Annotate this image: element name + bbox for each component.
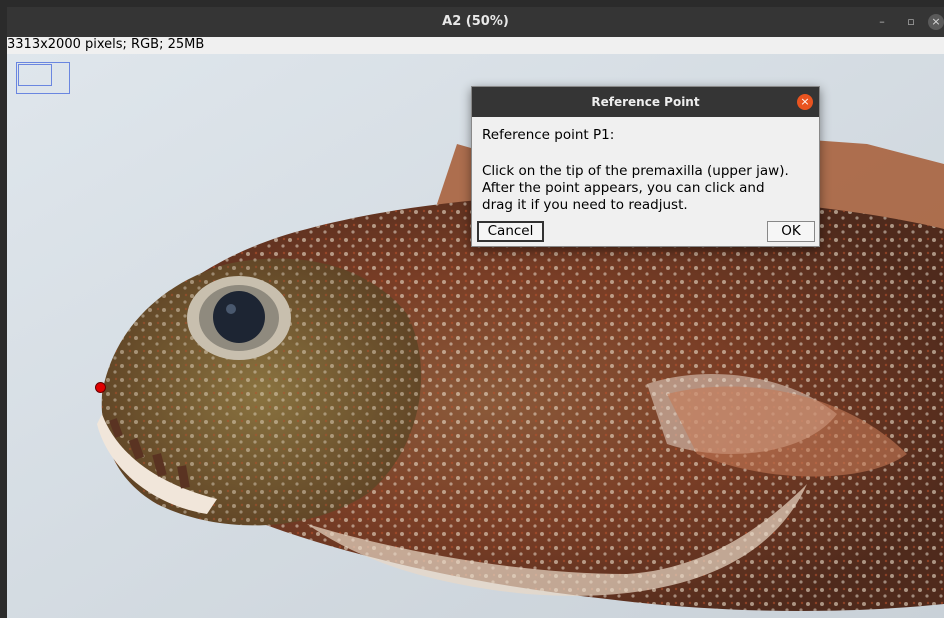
image-info-text: 3313x2000 pixels; RGB; 25MB xyxy=(7,37,205,52)
dialog-title-bar: Reference Point × xyxy=(472,87,819,117)
dialog-heading: Reference point P1: xyxy=(482,127,615,143)
cancel-button[interactable]: Cancel xyxy=(477,221,544,242)
dialog-instruction-line: After the point appears, you can click a… xyxy=(482,180,765,196)
reference-point-marker[interactable] xyxy=(95,382,106,393)
dialog-instruction-line: Click on the tip of the premaxilla (uppe… xyxy=(482,163,789,179)
minimize-icon[interactable]: – xyxy=(874,14,890,30)
window-title-bar: A2 (50%) – ▫ × xyxy=(7,7,944,37)
ok-button[interactable]: OK xyxy=(767,221,815,242)
navigator-view-rectangle xyxy=(18,64,52,86)
image-info-bar: 3313x2000 pixels; RGB; 25MB xyxy=(7,37,944,54)
close-window-icon[interactable]: × xyxy=(928,14,944,30)
reference-point-dialog: Reference Point × Reference point P1: Cl… xyxy=(471,86,820,247)
dialog-instruction-line: drag it if you need to readjust. xyxy=(482,197,688,213)
maximize-icon[interactable]: ▫ xyxy=(903,14,919,30)
window-title: A2 (50%) xyxy=(442,14,509,29)
dialog-title: Reference Point xyxy=(591,95,700,109)
close-icon[interactable]: × xyxy=(797,94,813,110)
